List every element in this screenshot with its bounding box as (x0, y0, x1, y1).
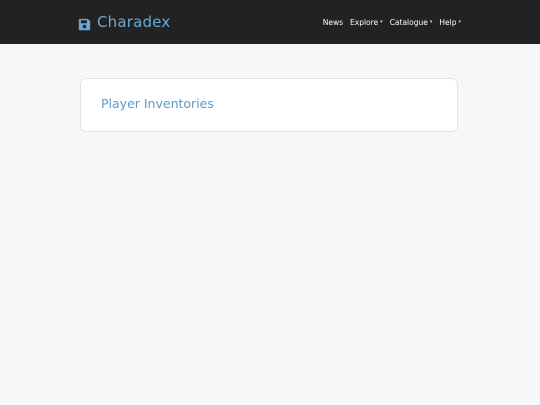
nav-item-label: Catalogue (389, 17, 428, 27)
nav-item-label: Help (439, 17, 457, 27)
floppy-disk-icon (78, 16, 91, 30)
nav-item-label: News (322, 17, 344, 27)
top-navbar: Charadex News Explore ▾ Catalogue ▾ Help… (0, 0, 540, 44)
chevron-down-icon: ▾ (458, 19, 461, 25)
nav-item-explore[interactable]: Explore ▾ (350, 18, 383, 27)
chevron-down-icon: ▾ (380, 19, 383, 25)
nav-item-label: Explore (350, 17, 379, 27)
chevron-down-icon: ▾ (429, 19, 433, 25)
nav-item-catalogue[interactable]: Catalogue ▾ (390, 18, 433, 27)
content-card: Player Inventories (80, 78, 458, 132)
page-title: Player Inventories (101, 96, 214, 111)
nav-links: News Explore ▾ Catalogue ▾ Help ▾ (316, 0, 461, 44)
brand-link[interactable]: Charadex (78, 11, 171, 33)
nav-item-help[interactable]: Help ▾ (439, 18, 461, 27)
nav-item-news[interactable]: News (323, 18, 343, 27)
brand-name: Charadex (97, 13, 171, 31)
